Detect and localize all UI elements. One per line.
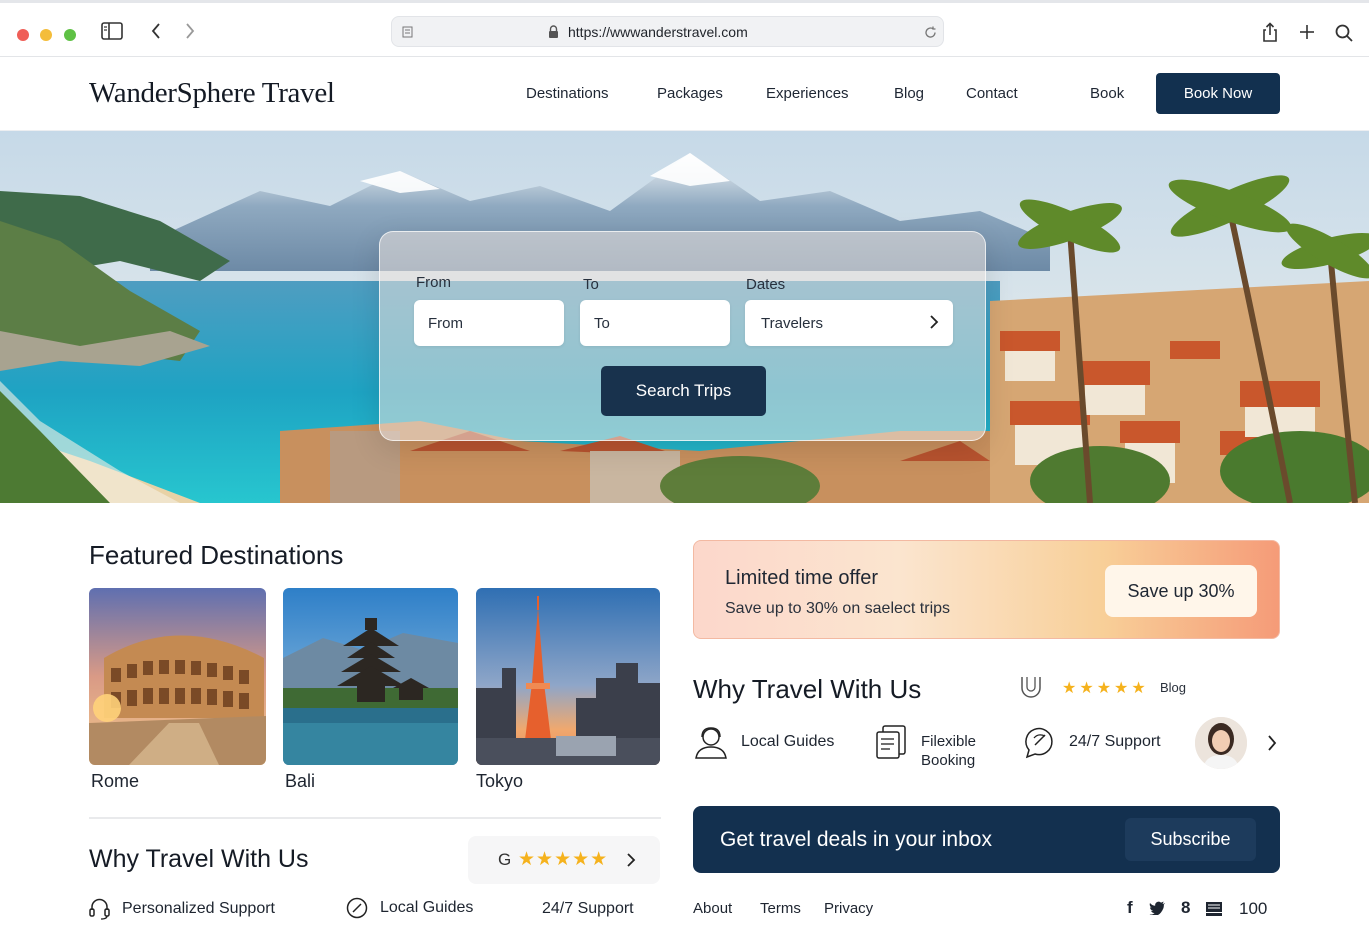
booking-document-icon — [875, 724, 909, 760]
feature-label: 24/7 Support — [1069, 733, 1161, 750]
badge-icon — [1018, 674, 1044, 705]
feature-24-7-support-right: 24/7 Support — [1023, 724, 1161, 760]
dates-label: Dates — [746, 276, 786, 293]
url-text: https://wwwanderstravel.com — [568, 24, 748, 40]
message-icon[interactable] — [1205, 901, 1223, 922]
nav-packages[interactable]: Packages — [657, 85, 723, 102]
tokyo-tower-image — [476, 588, 660, 765]
feature-24-7-support: 24/7 Support — [542, 900, 634, 918]
destination-name-bali[interactable]: Bali — [285, 771, 315, 792]
feature-label: Filexible Booking — [921, 733, 977, 769]
rating-logo: G — [498, 850, 512, 869]
feature-local-guides-right: Local Guides — [693, 724, 834, 760]
destination-card-rome[interactable] — [89, 588, 266, 765]
travelers-value: Travelers — [761, 314, 823, 332]
from-input-value: From — [428, 314, 463, 332]
nav-contact[interactable]: Contact — [966, 85, 1018, 102]
offer-subtitle: Save up to 30% on saelect trips — [725, 600, 951, 617]
back-icon[interactable] — [149, 22, 163, 40]
to-input-value: To — [594, 314, 610, 332]
forward-icon[interactable] — [183, 22, 197, 40]
destination-card-tokyo[interactable] — [476, 588, 660, 765]
footer-link-terms[interactable]: Terms — [760, 900, 801, 917]
book-now-button[interactable]: Book Now — [1156, 73, 1280, 114]
lock-icon — [547, 25, 559, 39]
feature-label: Local Guides — [741, 733, 835, 750]
chevron-right-icon[interactable] — [626, 852, 636, 873]
chevron-right-icon[interactable] — [1267, 734, 1277, 757]
destination-name-rome[interactable]: Rome — [91, 771, 139, 792]
nav-destinations[interactable]: Destinations — [526, 85, 609, 102]
share-icon[interactable] — [1260, 21, 1280, 43]
guide-person-icon — [693, 724, 729, 760]
search-trips-button[interactable]: Search Trips — [601, 366, 766, 416]
rating-widget[interactable]: G ★★★★★ — [468, 836, 660, 884]
offer-title: Limited time offer — [725, 567, 879, 589]
destination-name-tokyo[interactable]: Tokyo — [476, 771, 523, 792]
rome-colosseum-image — [89, 588, 266, 765]
footer-link-privacy[interactable]: Privacy — [824, 900, 873, 917]
section-divider — [89, 817, 661, 819]
feature-label: 24/7 Support — [542, 900, 634, 917]
rating-stars-right: ★★★★★ — [1062, 680, 1149, 697]
save-offer-button[interactable]: Save up 30% — [1105, 565, 1257, 617]
site-header: WanderSphere Travel Destinations Package… — [0, 57, 1369, 131]
chevron-right-icon — [929, 314, 939, 334]
site-logo[interactable]: WanderSphere Travel — [89, 77, 335, 110]
twitter-icon[interactable] — [1149, 901, 1166, 920]
rating-source-label[interactable]: Blog — [1160, 680, 1186, 695]
support-chat-icon — [1023, 724, 1057, 760]
page-icon — [401, 26, 413, 38]
browser-toolbar: https://wwwanderstravel.com — [0, 0, 1369, 57]
social-follower-count: 100 — [1239, 899, 1268, 918]
rating-stars: ★★★★★ — [518, 849, 609, 870]
feature-label: Personalized Support — [122, 900, 275, 917]
maximize-window-button[interactable] — [64, 29, 76, 41]
feature-label: Local Guides — [380, 899, 474, 916]
footer-link-about[interactable]: About — [693, 900, 732, 917]
from-input[interactable]: From — [414, 300, 564, 346]
new-tab-icon[interactable] — [1298, 23, 1316, 41]
why-travel-title-left: Why Travel With Us — [89, 845, 309, 873]
newsletter-text: Get travel deals in your inbox — [720, 828, 992, 851]
hero-banner: From To Dates From To Travelers Search T… — [0, 131, 1369, 503]
travelers-select[interactable]: Travelers — [745, 300, 953, 346]
pinterest-icon[interactable]: 8 — [1181, 898, 1190, 918]
nav-book[interactable]: Book — [1090, 85, 1124, 102]
reload-icon[interactable] — [923, 25, 937, 39]
trip-search-panel: From To Dates From To Travelers Search T… — [379, 231, 986, 441]
featured-destinations-title: Featured Destinations — [89, 540, 344, 570]
newsletter-banner: Get travel deals in your inbox Subscribe — [693, 806, 1280, 873]
facebook-icon[interactable]: f — [1127, 898, 1133, 918]
feature-personalized-support: Personalized Support — [89, 897, 275, 921]
minimize-window-button[interactable] — [40, 29, 52, 41]
why-travel-title-right: Why Travel With Us — [693, 674, 922, 704]
to-input[interactable]: To — [580, 300, 730, 346]
feature-flexible-booking: Filexible Booking — [875, 724, 985, 770]
bali-temple-image — [283, 588, 458, 765]
avatar[interactable] — [1195, 717, 1247, 769]
close-window-button[interactable] — [17, 29, 29, 41]
limited-offer-banner[interactable]: Limited time offer Save up to 30% on sae… — [693, 540, 1280, 639]
search-icon[interactable] — [1334, 23, 1354, 43]
destination-card-bali[interactable] — [283, 588, 458, 765]
compass-icon — [346, 897, 368, 919]
feature-local-guides: Local Guides — [346, 897, 473, 919]
to-label: To — [583, 276, 599, 293]
nav-blog[interactable]: Blog — [894, 85, 924, 102]
nav-experiences[interactable]: Experiences — [766, 85, 849, 102]
sidebar-toggle-icon[interactable] — [101, 22, 123, 40]
address-bar[interactable]: https://wwwanderstravel.com — [391, 16, 944, 47]
from-label: From — [416, 274, 451, 291]
headset-icon — [89, 897, 110, 921]
subscribe-button[interactable]: Subscribe — [1125, 818, 1256, 861]
